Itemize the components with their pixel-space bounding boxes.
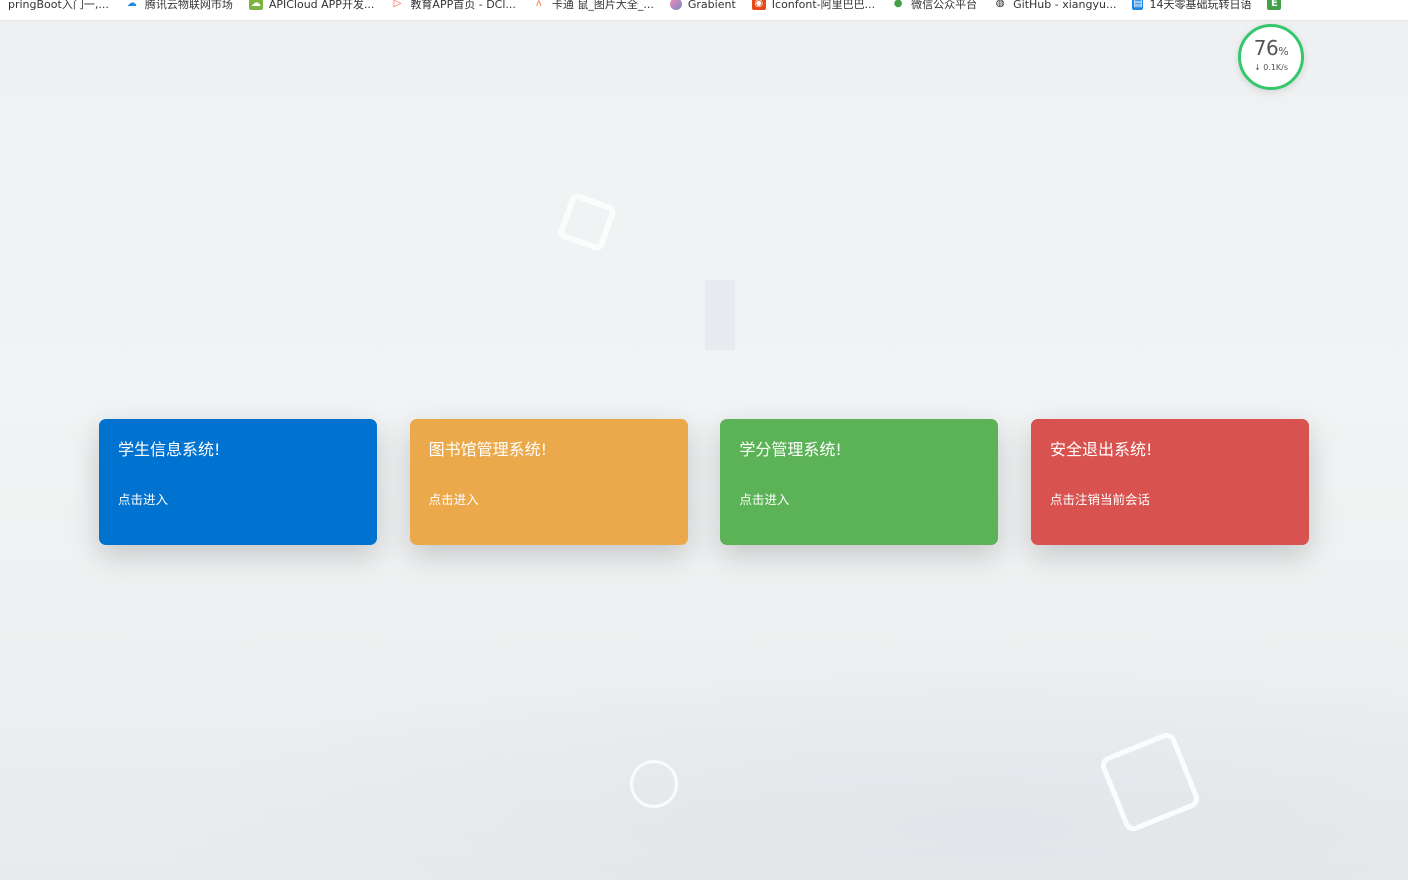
bookmark-label: Grabient bbox=[687, 0, 736, 11]
grabient-icon bbox=[669, 0, 682, 10]
bookmark-apicloud[interactable]: ☁ APICloud APP开发... bbox=[241, 0, 383, 11]
background-square-shape bbox=[556, 191, 618, 253]
card-student-info[interactable]: 学生信息系统! 点击进入 bbox=[99, 419, 377, 545]
bookmark-iconfont[interactable]: ◉ Iconfont-阿里巴巴... bbox=[744, 0, 883, 11]
iconfont-icon: ◉ bbox=[751, 0, 766, 10]
background-square-shape bbox=[1097, 729, 1203, 835]
bookmarks-bar: pringBoot入门一,... ☁ 腾讯云物联网市场 ☁ APICloud A… bbox=[0, 0, 1408, 21]
card-library[interactable]: 图书馆管理系统! 点击进入 bbox=[409, 419, 688, 545]
card-title: 学分管理系统! bbox=[739, 440, 842, 459]
card-enter-link[interactable]: 点击进入 bbox=[118, 493, 358, 507]
bookmark-label: 腾讯云物联网市场 bbox=[144, 0, 233, 11]
bookmark-label: pringBoot入门一,... bbox=[8, 0, 109, 11]
bookmark-label: Iconfont-阿里巴巴... bbox=[771, 0, 876, 11]
bookmark-label: 14天零基础玩转日语 bbox=[1149, 0, 1252, 11]
bookmark-label: 教育APP首页 - DCl... bbox=[410, 0, 516, 11]
speed-percent-unit: % bbox=[1278, 45, 1289, 58]
bookmark-label: 卡通 鼠_图片大全_... bbox=[551, 0, 654, 11]
speed-rate-value: 0.1K/s bbox=[1263, 63, 1289, 72]
cloud-icon: ☁ bbox=[126, 0, 137, 9]
github-icon: ◍ bbox=[995, 0, 1005, 9]
e-icon: E bbox=[1267, 0, 1282, 10]
speed-rate: ↓ 0.1K/s bbox=[1241, 63, 1301, 73]
bookmark-springboot[interactable]: pringBoot入门一,... bbox=[0, 0, 117, 11]
fox-icon: ʌ bbox=[535, 0, 542, 9]
card-enter-link[interactable]: 点击进入 bbox=[429, 493, 669, 507]
apicloud-icon: ☁ bbox=[248, 0, 263, 10]
card-title: 学生信息系统! bbox=[118, 440, 221, 459]
network-speed-widget[interactable]: 76% ↓ 0.1K/s bbox=[1238, 24, 1304, 90]
wechat-icon: ● bbox=[893, 0, 903, 9]
bookmark-cartoon-images[interactable]: ʌ 卡通 鼠_图片大全_... bbox=[524, 0, 662, 11]
system-cards: 学生信息系统! 点击进入 图书馆管理系统! 点击进入 学分管理系统! 点击进入 … bbox=[99, 419, 1309, 545]
bookmark-label: APICloud APP开发... bbox=[268, 0, 375, 11]
doc-icon: ▤ bbox=[1132, 0, 1144, 10]
bookmark-wechat[interactable]: ● 微信公众平台 bbox=[883, 0, 985, 11]
bookmark-dcloud[interactable]: ▷ 教育APP首页 - DCl... bbox=[382, 0, 523, 11]
background-circle-shape bbox=[630, 760, 678, 808]
card-credits[interactable]: 学分管理系统! 点击进入 bbox=[720, 419, 999, 545]
bookmark-grabient[interactable]: Grabient bbox=[662, 0, 744, 11]
card-logout[interactable]: 安全退出系统! 点击注销当前会话 bbox=[1030, 419, 1309, 545]
bookmark-label: GitHub - xiangyu... bbox=[1013, 0, 1117, 11]
bookmark-github[interactable]: ◍ GitHub - xiangyu... bbox=[985, 0, 1124, 11]
background-mountain bbox=[0, 620, 1408, 880]
card-title: 安全退出系统! bbox=[1049, 440, 1153, 459]
background-bar-shape bbox=[705, 280, 735, 350]
bookmark-japanese[interactable]: ▤ 14天零基础玩转日语 bbox=[1124, 0, 1259, 11]
bookmark-label: 微信公众平台 bbox=[911, 0, 978, 11]
speed-percent: 76% bbox=[1241, 37, 1301, 63]
card-logout-link[interactable]: 点击注销当前会话 bbox=[1050, 493, 1290, 507]
card-title: 图书馆管理系统! bbox=[428, 440, 548, 459]
card-enter-link[interactable]: 点击进入 bbox=[739, 493, 979, 507]
bookmark-tencent-cloud[interactable]: ☁ 腾讯云物联网市场 bbox=[117, 0, 241, 11]
play-icon: ▷ bbox=[393, 0, 402, 9]
download-arrow-icon: ↓ bbox=[1253, 63, 1261, 72]
bookmark-e[interactable]: E bbox=[1259, 0, 1289, 10]
speed-percent-value: 76 bbox=[1253, 36, 1279, 60]
